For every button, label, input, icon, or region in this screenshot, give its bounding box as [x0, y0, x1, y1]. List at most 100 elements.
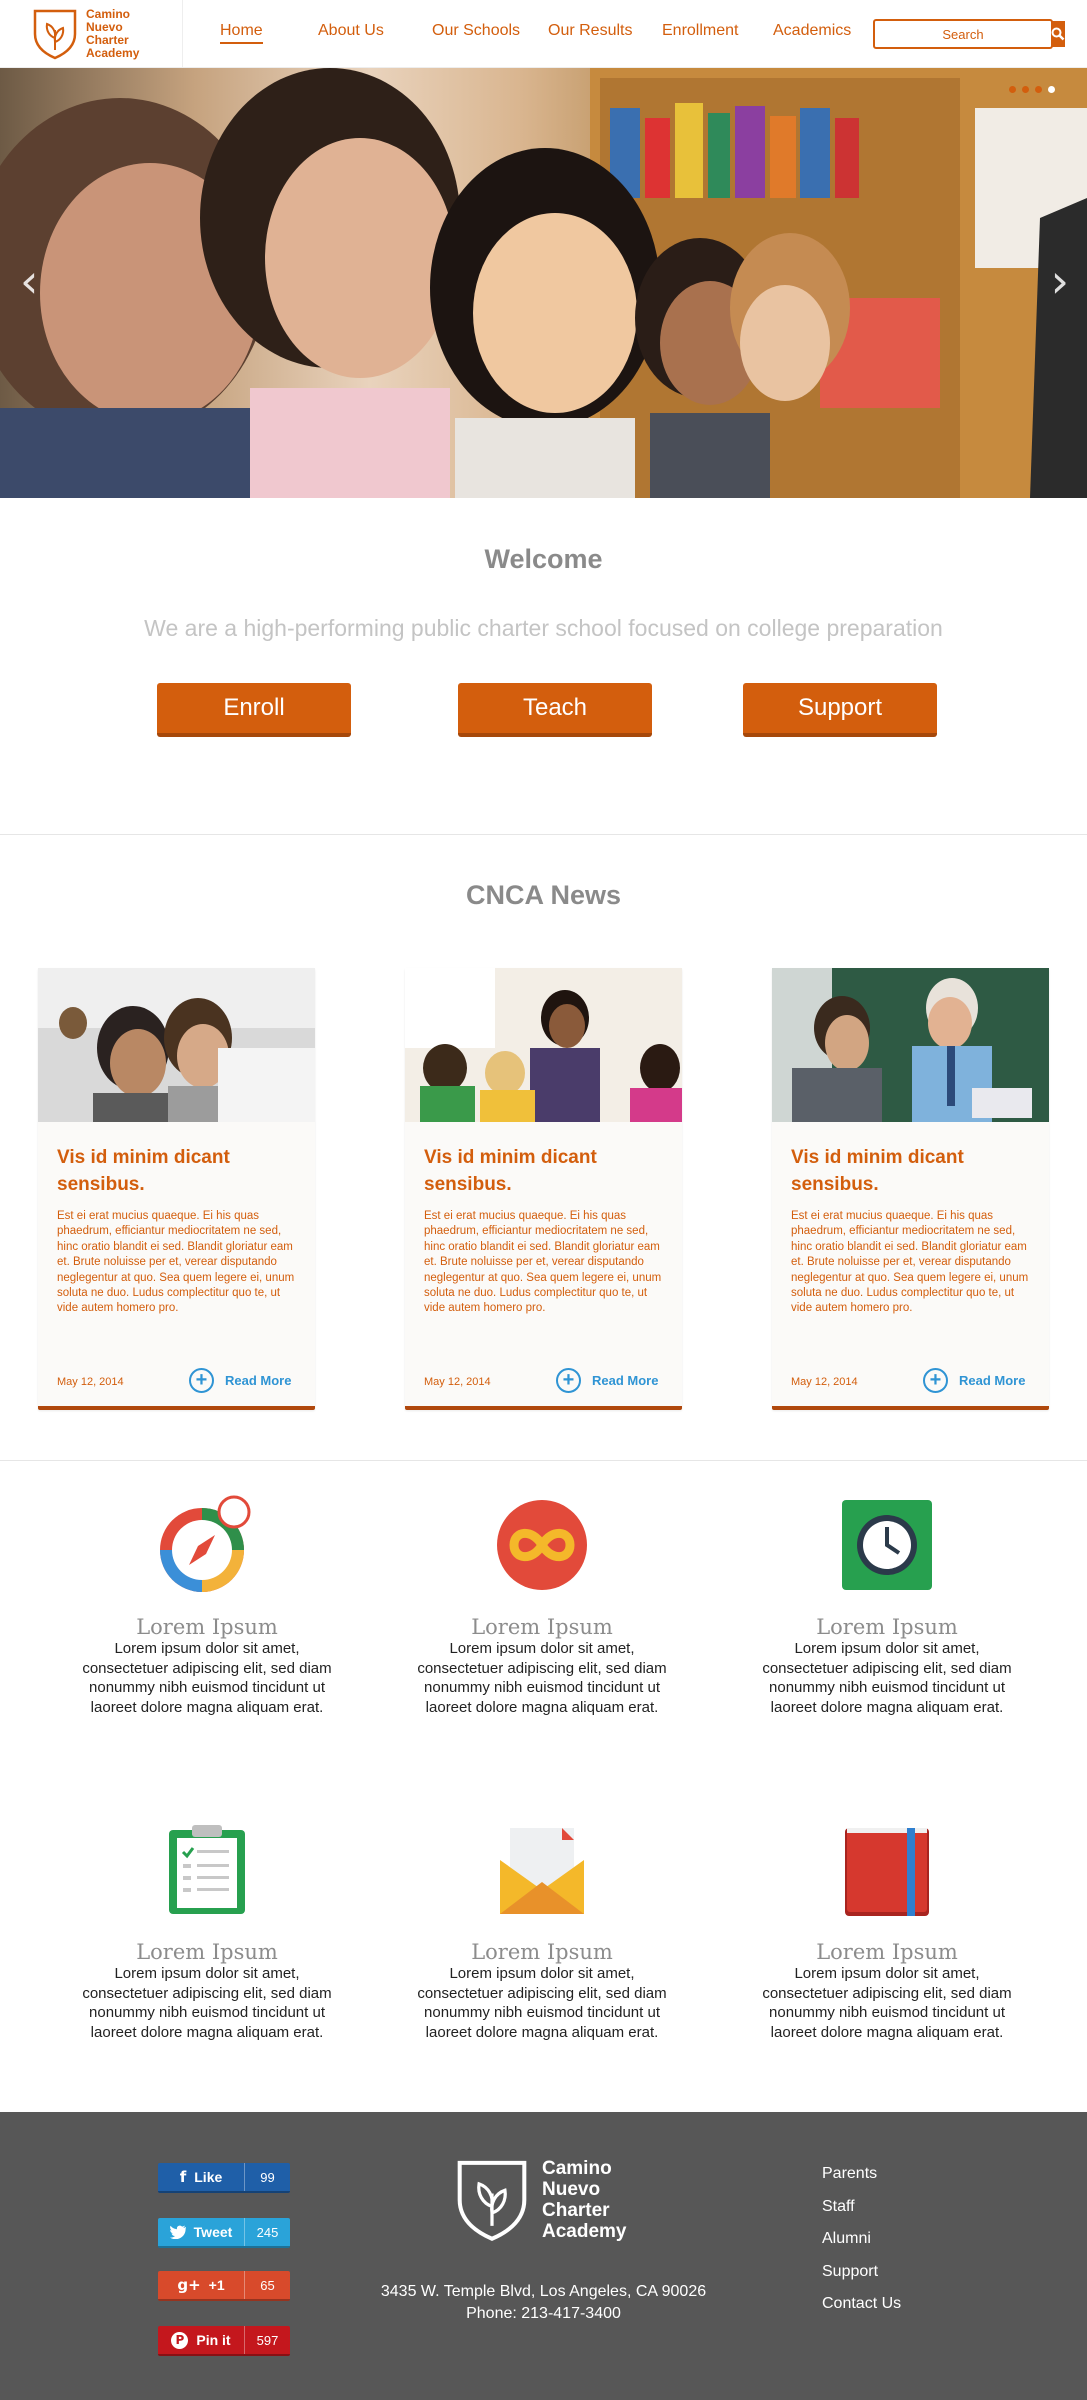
- envelope-icon: [492, 1820, 592, 1920]
- news-card-image[interactable]: [38, 968, 315, 1122]
- hero-photo: [0, 68, 1087, 498]
- feature-item: Lorem Ipsum Lorem ipsum dolor sit amet, …: [67, 1495, 347, 1717]
- footer-logo[interactable]: Camino Nuevo Charter Academy: [454, 2158, 642, 2242]
- feature-text: Lorem ipsum dolor sit amet, consectetuer…: [417, 1965, 667, 2041]
- slider-dots: [1009, 86, 1055, 93]
- news-card: Vis id minim dicant sensibus. Est ei era…: [772, 968, 1049, 1410]
- nav-academics[interactable]: Academics: [773, 22, 851, 40]
- news-card-title[interactable]: Vis id minim dicant sensibus.: [424, 1144, 664, 1198]
- footer-link-parents[interactable]: Parents: [822, 2158, 901, 2191]
- clipboard-icon: [157, 1820, 257, 1920]
- feature-text: Lorem ipsum dolor sit amet, consectetuer…: [82, 1965, 332, 2041]
- clock-icon: [837, 1495, 937, 1595]
- footer-links: Parents Staff Alumni Support Contact Us: [822, 2158, 901, 2321]
- nav-our-schools[interactable]: Our Schools: [432, 22, 520, 40]
- search-input[interactable]: [875, 21, 1051, 47]
- slider-dot-active[interactable]: [1048, 86, 1055, 93]
- news-card-image[interactable]: [772, 968, 1049, 1122]
- footer-link-contact-us[interactable]: Contact Us: [822, 2288, 901, 2321]
- news-card-body: Est ei erat mucius quaeque. Ei his quas …: [57, 1210, 295, 1315]
- welcome-subtitle: We are a high-performing public charter …: [144, 615, 943, 641]
- facebook-like-count: 99: [244, 2163, 290, 2191]
- students-computer-photo: [38, 968, 315, 1122]
- nav-about-us[interactable]: About Us: [318, 22, 384, 40]
- plus-circle-icon: +: [189, 1368, 214, 1393]
- enroll-button[interactable]: Enroll: [157, 683, 351, 737]
- twitter-tweet-button[interactable]: Tweet 245: [158, 2218, 290, 2248]
- news-card-date: May 12, 2014: [424, 1376, 491, 1388]
- feature-title: Lorem Ipsum: [136, 1940, 278, 1964]
- footer-phone: Phone: 213-417-3400: [466, 2305, 621, 2322]
- read-more-label: Read More: [225, 1373, 292, 1388]
- feature-title: Lorem Ipsum: [136, 1615, 278, 1639]
- slider-dot[interactable]: [1035, 86, 1042, 93]
- logo-line: Academy: [86, 46, 140, 60]
- section-divider: [0, 1460, 1087, 1461]
- plus-circle-icon: +: [923, 1368, 948, 1393]
- footer-link-alumni[interactable]: Alumni: [822, 2223, 901, 2256]
- search-box: [873, 19, 1065, 49]
- news-title: CNCA News: [465, 880, 622, 910]
- read-more-link[interactable]: + Read More: [556, 1368, 658, 1393]
- plus-circle-icon: +: [556, 1368, 581, 1393]
- facebook-like-main: f Like: [158, 2163, 244, 2191]
- news-card-body: Est ei erat mucius quaeque. Ei his quas …: [791, 1210, 1029, 1315]
- twitter-tweet-label: Tweet: [193, 2224, 233, 2240]
- chevron-left-icon[interactable]: ‹: [20, 258, 38, 304]
- slider-dot[interactable]: [1009, 86, 1016, 93]
- facebook-like-button[interactable]: f Like 99: [158, 2163, 290, 2193]
- site-header: Camino Nuevo Charter Academy Home About …: [0, 0, 1087, 68]
- nav-our-results[interactable]: Our Results: [548, 22, 632, 40]
- teacher-girls-photo: [405, 968, 682, 1122]
- teacher-student-photo: [772, 968, 1049, 1122]
- support-button[interactable]: Support: [743, 683, 937, 737]
- pinterest-pin-button[interactable]: P Pin it 597: [158, 2326, 290, 2356]
- news-card-title[interactable]: Vis id minim dicant sensibus.: [57, 1144, 297, 1198]
- feature-text: Lorem ipsum dolor sit amet, consectetuer…: [762, 1965, 1012, 2041]
- pinterest-pin-label: Pin it: [196, 2332, 231, 2348]
- twitter-bird-icon: [169, 2225, 186, 2239]
- magnifier-icon: [1051, 27, 1065, 41]
- read-more-link[interactable]: + Read More: [189, 1368, 291, 1393]
- facebook-like-label: Like: [194, 2169, 223, 2185]
- teach-button[interactable]: Teach: [458, 683, 652, 737]
- nav-enrollment[interactable]: Enrollment: [662, 22, 738, 40]
- shield-plant-icon: [33, 9, 77, 60]
- news-card-image[interactable]: [405, 968, 682, 1122]
- feature-item: Lorem Ipsum Lorem ipsum dolor sit amet, …: [402, 1820, 682, 2042]
- feature-item: Lorem Ipsum Lorem ipsum dolor sit amet, …: [402, 1495, 682, 1717]
- logo-text: Camino Nuevo Charter Academy: [86, 8, 156, 60]
- section-divider: [0, 834, 1087, 835]
- feature-title: Lorem Ipsum: [816, 1615, 958, 1639]
- news-card-body: Est ei erat mucius quaeque. Ei his quas …: [424, 1210, 662, 1315]
- pinterest-pin-count: 597: [244, 2326, 290, 2354]
- book-icon: [837, 1820, 937, 1920]
- hero-slider: ‹ ›: [0, 68, 1087, 498]
- chevron-right-icon[interactable]: ›: [1051, 258, 1069, 304]
- news-card-title[interactable]: Vis id minim dicant sensibus.: [791, 1144, 1031, 1198]
- search-button[interactable]: [1051, 21, 1065, 47]
- footer-link-support[interactable]: Support: [822, 2256, 901, 2289]
- facebook-icon: f: [179, 2168, 187, 2186]
- news-card: Vis id minim dicant sensibus. Est ei era…: [38, 968, 315, 1410]
- nav-home[interactable]: Home: [220, 22, 263, 44]
- feature-item: Lorem Ipsum Lorem ipsum dolor sit amet, …: [67, 1820, 347, 2042]
- pinterest-pin-main: P Pin it: [158, 2326, 244, 2354]
- read-more-link[interactable]: + Read More: [923, 1368, 1025, 1393]
- compass-icon: [157, 1495, 257, 1595]
- footer-logo-text: Camino Nuevo Charter Academy: [542, 2158, 642, 2242]
- news-card-date: May 12, 2014: [57, 1376, 124, 1388]
- slider-dot[interactable]: [1022, 86, 1029, 93]
- pinterest-icon: P: [171, 2331, 189, 2349]
- infinity-icon: [492, 1495, 592, 1595]
- header-divider: [182, 0, 183, 68]
- footer-link-staff[interactable]: Staff: [822, 2191, 901, 2224]
- news-card-date: May 12, 2014: [791, 1376, 858, 1388]
- feature-title: Lorem Ipsum: [471, 1615, 613, 1639]
- twitter-tweet-count: 245: [244, 2218, 290, 2246]
- site-logo[interactable]: Camino Nuevo Charter Academy: [32, 8, 156, 60]
- footer-address: 3435 W. Temple Blvd, Los Angeles, CA 900…: [380, 2283, 707, 2300]
- feature-item: Lorem Ipsum Lorem ipsum dolor sit amet, …: [747, 1495, 1027, 1717]
- site-footer: [0, 2112, 1087, 2400]
- logo-line: Charter: [542, 2200, 610, 2221]
